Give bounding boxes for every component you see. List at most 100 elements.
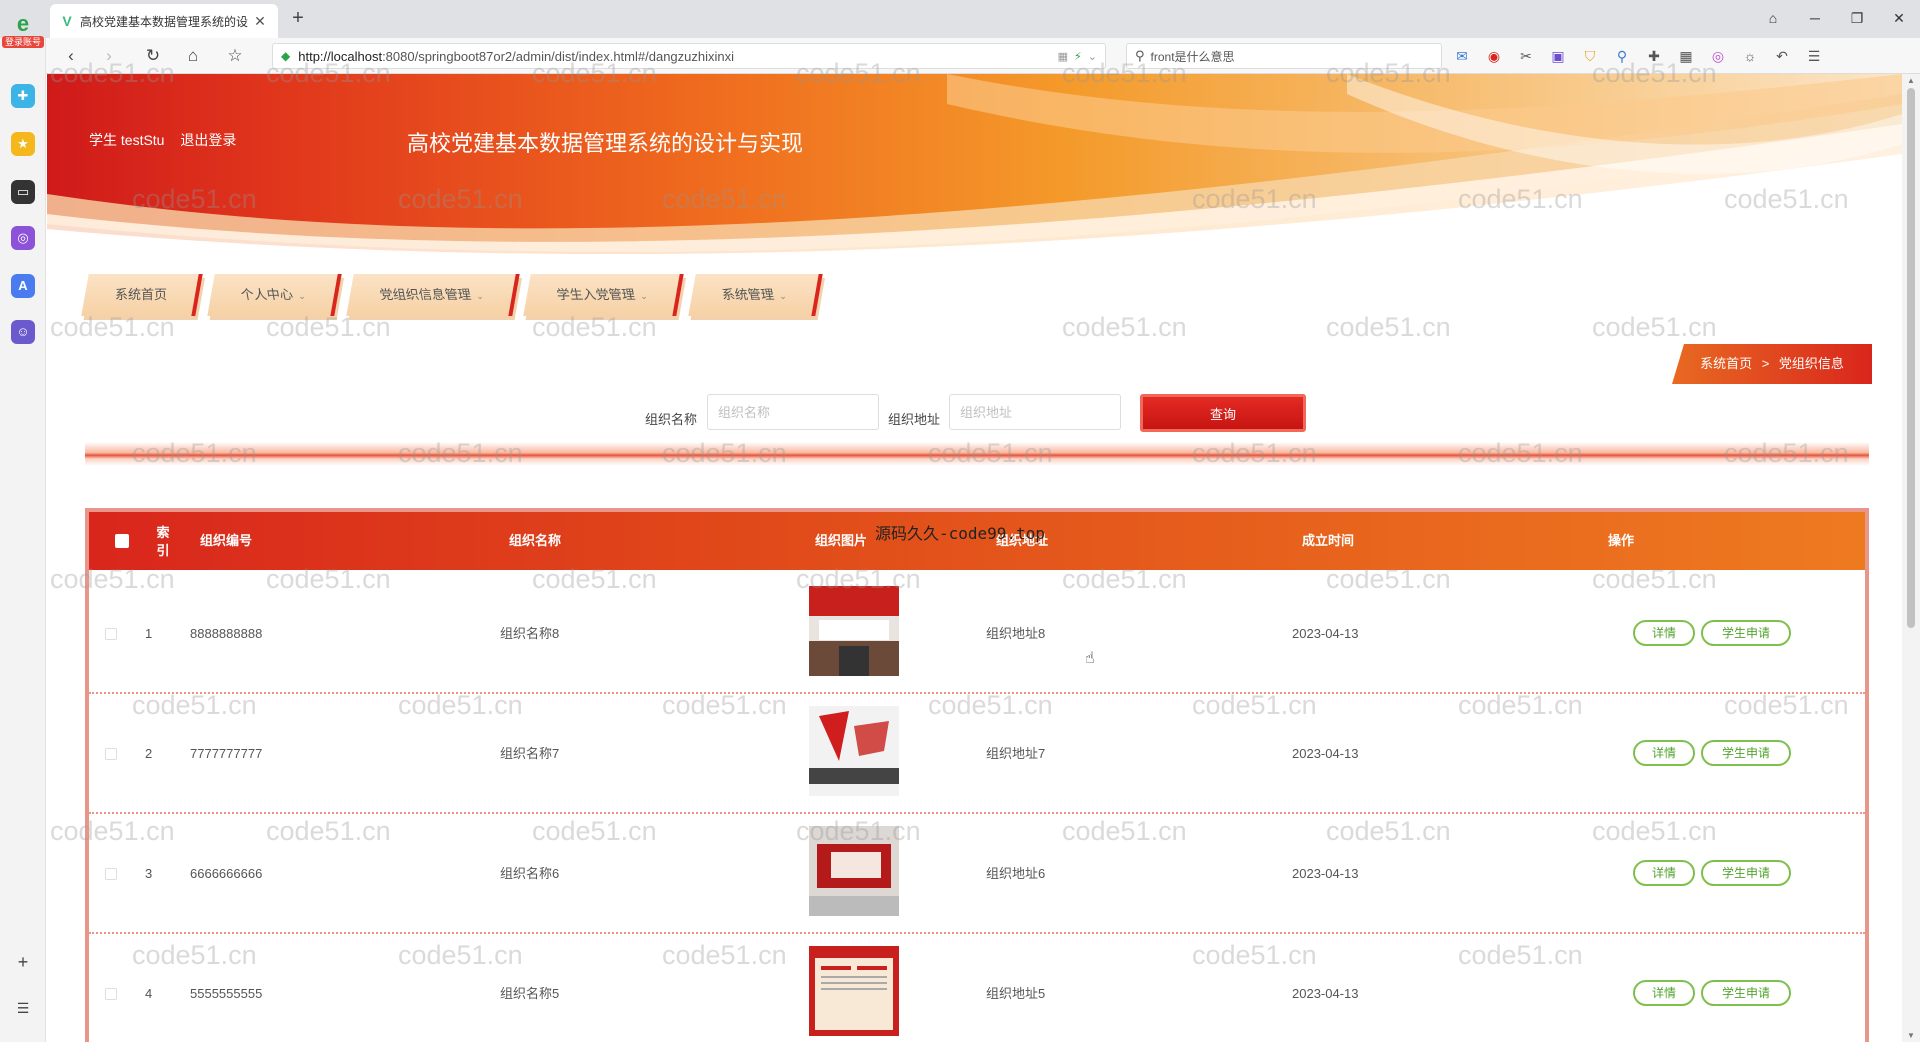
scissors-icon[interactable]: ✂ xyxy=(1516,46,1536,66)
row-code: 8888888888 xyxy=(190,626,263,641)
row-index: 2 xyxy=(145,746,153,761)
back-icon[interactable]: ‹ xyxy=(58,44,84,68)
table-row: 2 7777777777 组织名称7 组织地址7 2023-04-13 详情 学… xyxy=(89,694,1865,814)
sidebar-add-icon[interactable]: + xyxy=(11,950,35,974)
game-icon[interactable]: ▭ xyxy=(11,180,35,204)
row-created: 2023-04-13 xyxy=(1292,986,1359,1001)
org-image[interactable] xyxy=(809,586,899,676)
chevron-down-icon: ⌄ xyxy=(297,291,307,301)
search-icon: ⚲ xyxy=(1135,48,1145,63)
org-name-label: 组织名称 xyxy=(645,412,698,427)
forward-icon[interactable]: › xyxy=(96,44,122,68)
favorites-star-icon[interactable]: ★ xyxy=(11,132,35,156)
student-apply-button[interactable]: 学生申请 xyxy=(1701,740,1791,766)
close-window-icon[interactable]: ✕ xyxy=(1878,6,1920,30)
chevron-down-icon: ⌄ xyxy=(474,291,484,301)
address-bar[interactable]: ◆ http://localhost:8080/springboot87or2/… xyxy=(272,43,1106,69)
browser-toolbar: ‹ › ↻ ⌂ ☆ ◆ http://localhost:8080/spring… xyxy=(0,38,1920,74)
browser-logo: e 登录账号 xyxy=(2,12,44,48)
org-image[interactable] xyxy=(809,706,899,796)
nav-item-personal-center[interactable]: 个人中心 ⌄ xyxy=(207,274,342,316)
scroll-up-icon[interactable]: ▲ xyxy=(1902,76,1920,85)
nav-item-party-org[interactable]: 党组织信息管理 ⌄ xyxy=(345,274,519,316)
row-created: 2023-04-13 xyxy=(1292,746,1359,761)
url-text: http://localhost:8080/springboot87or2/ad… xyxy=(298,48,735,64)
query-button[interactable]: 查询 xyxy=(1140,394,1306,432)
breadcrumb-home[interactable]: 系统首页 xyxy=(1700,356,1752,371)
sidebar-list-icon[interactable]: ☰ xyxy=(11,996,35,1020)
ai-icon[interactable]: A xyxy=(11,274,35,298)
scrollbar-thumb[interactable] xyxy=(1907,88,1915,628)
student-apply-button[interactable]: 学生申请 xyxy=(1701,980,1791,1006)
table-row: 1 8888888888 组织名称8 组织地址8 2023-04-13 详情 学… xyxy=(89,574,1865,694)
breadcrumb-separator: > xyxy=(1761,356,1770,371)
lightning-icon[interactable]: ⚡ xyxy=(1074,50,1082,63)
header-code: 组织编号 xyxy=(200,533,253,548)
browser-tab-bar: V 高校党建基本数据管理系统的设 ✕ + ⌂ ─ ❐ ✕ xyxy=(0,0,1920,38)
brightness-icon[interactable]: ☼ xyxy=(1740,46,1760,66)
row-name: 组织名称5 xyxy=(500,986,560,1001)
login-badge[interactable]: 登录账号 xyxy=(2,36,44,48)
scroll-down-icon[interactable]: ▼ xyxy=(1902,1031,1920,1040)
row-address: 组织地址8 xyxy=(986,626,1046,641)
org-name-input[interactable] xyxy=(707,394,879,430)
tab-close-icon[interactable]: ✕ xyxy=(252,13,268,30)
select-all-checkbox[interactable] xyxy=(115,534,129,548)
chevron-down-icon: ⌄ xyxy=(777,291,788,301)
row-checkbox[interactable] xyxy=(105,748,117,760)
row-index: 4 xyxy=(145,986,153,1001)
translate-icon[interactable]: ▣ xyxy=(1548,46,1568,66)
decorative-divider xyxy=(85,442,1869,466)
grid-icon[interactable]: ▦ xyxy=(1676,46,1696,66)
page-scrollbar[interactable]: ▲ ▼ xyxy=(1902,74,1920,1042)
header-image: 组织图片 xyxy=(815,533,868,548)
shield-ext-icon[interactable]: ⛉ xyxy=(1580,46,1600,66)
bot-icon[interactable]: ☺ xyxy=(11,320,35,344)
weibo-icon[interactable]: ◉ xyxy=(1484,46,1504,66)
org-image[interactable] xyxy=(809,946,899,1036)
ai-assistant-icon[interactable]: ◎ xyxy=(11,226,35,250)
bookmark-star-icon[interactable]: ☆ xyxy=(222,44,248,68)
mail-icon[interactable]: ✉ xyxy=(1452,46,1472,66)
puzzle-icon[interactable]: ✚ xyxy=(1644,46,1664,66)
home-icon[interactable]: ⌂ xyxy=(180,44,206,68)
new-tab-icon[interactable]: + xyxy=(286,6,310,30)
row-address: 组织地址5 xyxy=(986,986,1046,1001)
header-actions: 操作 xyxy=(1608,533,1635,548)
detail-button[interactable]: 详情 xyxy=(1633,860,1695,886)
pin-icon[interactable]: ⌂ xyxy=(1752,6,1794,30)
detail-button[interactable]: 详情 xyxy=(1633,620,1695,646)
row-index: 3 xyxy=(145,866,153,881)
color-wheel-icon[interactable]: ◎ xyxy=(1708,46,1728,66)
row-checkbox[interactable] xyxy=(105,628,117,640)
dropdown-chevron-icon[interactable]: ⌄ xyxy=(1088,50,1097,63)
browser-tab[interactable]: V 高校党建基本数据管理系统的设 ✕ xyxy=(50,4,278,38)
nav-item-student-join[interactable]: 学生入党管理 ⌄ xyxy=(523,274,684,316)
undo-icon[interactable]: ↶ xyxy=(1772,46,1792,66)
row-checkbox[interactable] xyxy=(105,868,117,880)
restore-icon[interactable]: ❐ xyxy=(1836,6,1878,30)
magnifier-ext-icon[interactable]: ⚲ xyxy=(1612,46,1632,66)
minimize-icon[interactable]: ─ xyxy=(1794,6,1836,30)
logout-link[interactable]: 退出登录 xyxy=(180,132,236,148)
nav-item-system[interactable]: 系统管理 ⌄ xyxy=(688,274,822,316)
reload-icon[interactable]: ↻ xyxy=(140,44,166,68)
menu-icon[interactable]: ☰ xyxy=(1804,46,1824,66)
student-apply-button[interactable]: 学生申请 xyxy=(1701,860,1791,886)
sidebar-app-icon[interactable]: ✚ xyxy=(11,84,35,108)
row-index: 1 xyxy=(145,626,153,641)
browser-search-box[interactable]: ⚲ front是什么意思 xyxy=(1126,43,1442,69)
overlay-source-text: 源码久久-code99.top xyxy=(875,524,1045,543)
qr-icon[interactable]: ▦ xyxy=(1058,50,1068,63)
breadcrumb-current: 党组织信息 xyxy=(1778,356,1844,371)
detail-button[interactable]: 详情 xyxy=(1633,980,1695,1006)
org-address-input[interactable] xyxy=(949,394,1121,430)
detail-button[interactable]: 详情 xyxy=(1633,740,1695,766)
secure-shield-icon: ◆ xyxy=(281,49,291,63)
row-checkbox[interactable] xyxy=(105,988,117,1000)
org-address-label: 组织地址 xyxy=(888,412,941,427)
student-apply-button[interactable]: 学生申请 xyxy=(1701,620,1791,646)
nav-item-home[interactable]: 系统首页 xyxy=(81,274,203,316)
org-image[interactable] xyxy=(809,826,899,916)
row-created: 2023-04-13 xyxy=(1292,626,1359,641)
